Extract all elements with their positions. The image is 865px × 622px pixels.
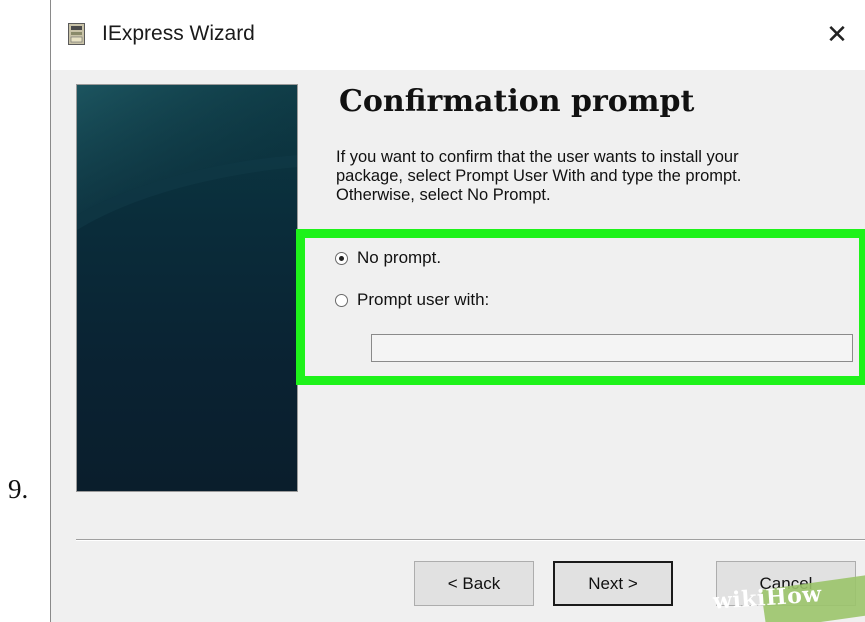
banner-graphic: [77, 85, 297, 230]
iexpress-app-icon: [68, 23, 85, 45]
wizard-side-banner: [76, 84, 298, 492]
description-line: Otherwise, select No Prompt.: [336, 186, 551, 204]
footer-separator: [76, 539, 865, 541]
options-highlight-box: [296, 229, 865, 385]
close-icon: ✕: [826, 19, 848, 49]
title-bar[interactable]: IExpress Wizard ✕: [51, 0, 865, 70]
page-title: Confirmation prompt: [339, 84, 695, 119]
iexpress-wizard-window: IExpress Wizard ✕ Confirmation prompt If…: [50, 0, 865, 622]
step-number: 9.: [8, 474, 29, 504]
description-line: package, select Prompt User With and typ…: [336, 167, 742, 185]
back-button[interactable]: < Back: [414, 561, 534, 606]
next-button[interactable]: Next >: [553, 561, 673, 606]
description-line: If you want to confirm that the user wan…: [336, 148, 739, 166]
window-title: IExpress Wizard: [102, 22, 255, 45]
page-description: If you want to confirm that the user wan…: [336, 148, 856, 205]
close-button[interactable]: ✕: [815, 14, 859, 54]
